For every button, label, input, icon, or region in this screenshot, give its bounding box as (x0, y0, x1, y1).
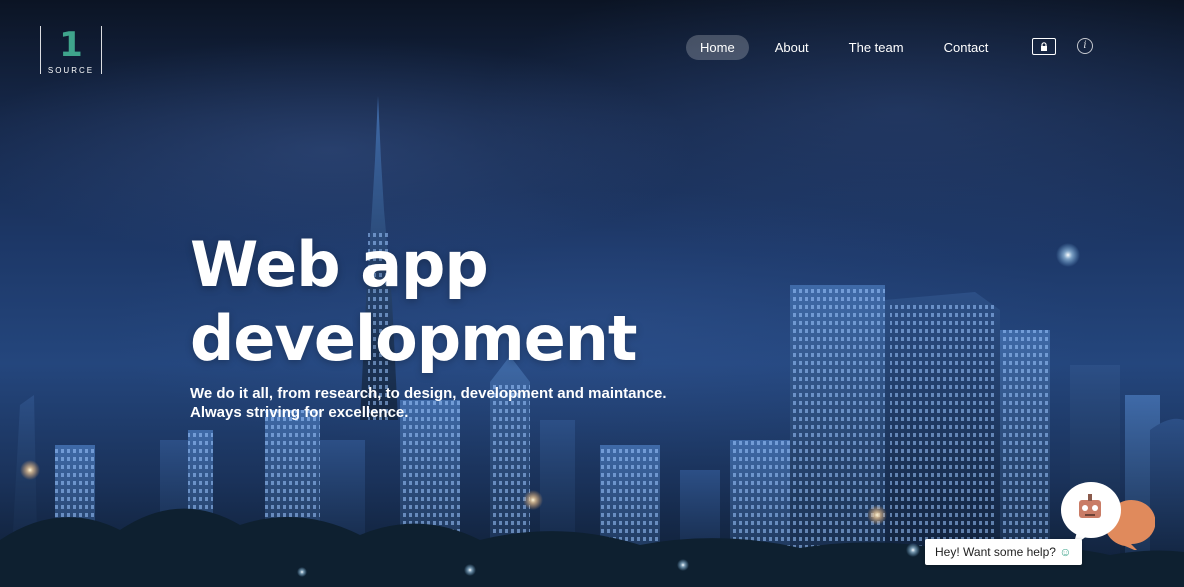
info-icon[interactable]: i (1077, 38, 1093, 54)
smile-icon: ☺ (1059, 545, 1072, 559)
hero-title-line-1: Web app (190, 228, 489, 301)
hero-subtitle: We do it all, from research, to design, … (190, 384, 710, 422)
logo[interactable]: 1 SOURCE (40, 25, 102, 75)
chat-prompt-bubble[interactable]: Hey! Want some help? ☺ (925, 539, 1082, 565)
main-nav: Home About The team Contact (686, 35, 1014, 60)
logo-wordmark: SOURCE (47, 66, 95, 75)
chat-prompt-text: Hey! Want some help? (935, 545, 1056, 559)
hero-subtitle-line-1: We do it all, from research, to design, … (190, 385, 667, 402)
nav-about[interactable]: About (761, 35, 823, 60)
nav-home[interactable]: Home (686, 35, 749, 60)
hero-title: Web app development (190, 228, 710, 376)
logo-number: 1 (59, 25, 83, 65)
hero-subtitle-line-2: Always striving for excellence. (190, 404, 409, 421)
hero-title-line-2: development (190, 302, 638, 375)
nav-contact[interactable]: Contact (930, 35, 1003, 60)
lock-icon[interactable] (1032, 38, 1056, 55)
nav-the-team[interactable]: The team (835, 35, 918, 60)
lock-glyph (1041, 41, 1047, 51)
